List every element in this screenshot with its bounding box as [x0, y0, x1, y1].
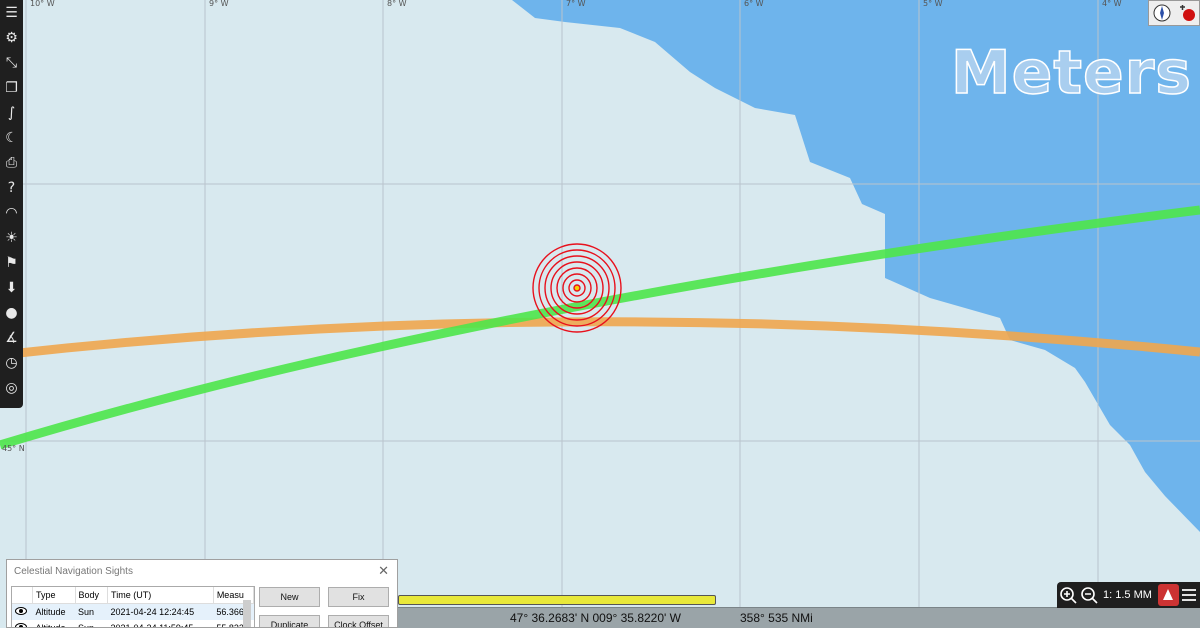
depth-units-label: Meters: [950, 37, 1192, 109]
column-header[interactable]: Type: [32, 587, 76, 604]
sextant-icon[interactable]: ∡: [1, 327, 22, 348]
clock-offset-button[interactable]: Clock Offset: [328, 615, 389, 627]
table-row[interactable]: Altitude Sun 2021-04-24 12:24:45 56.366: [12, 603, 254, 620]
eye-icon[interactable]: [15, 607, 27, 615]
lat-label: 45° N: [2, 444, 25, 453]
sight-type: Altitude: [32, 603, 76, 620]
vessel-button[interactable]: [1157, 584, 1179, 606]
dashboard-icon[interactable]: ◠: [1, 202, 22, 223]
lifebuoy-icon[interactable]: ◎: [1, 377, 22, 398]
zoom-in-icon: [1059, 587, 1077, 604]
celestial-navigation-dialog: Celestial Navigation Sights ✕ Type Body …: [6, 559, 398, 628]
moon-icon[interactable]: ☾: [1, 127, 22, 148]
lon-label: 10° W: [30, 0, 55, 8]
column-header[interactable]: [12, 587, 33, 604]
help-icon[interactable]: ?: [1, 177, 22, 198]
status-bar: 47° 36.2683' N 009° 35.8220' W 358° 535 …: [398, 607, 1200, 628]
bearing-distance: 358° 535 NMi: [740, 611, 813, 625]
settings-icon[interactable]: ⚙: [1, 27, 22, 48]
zoom-out-icon: [1080, 587, 1098, 604]
globe-icon[interactable]: ●: [1, 302, 22, 323]
north-up-icon[interactable]: [1153, 4, 1171, 22]
route-manager-icon[interactable]: ❐: [1, 77, 22, 98]
hamburger-button[interactable]: [1179, 584, 1200, 606]
duplicate-button[interactable]: Duplicate: [259, 615, 320, 627]
weather-icon[interactable]: ☀: [1, 227, 22, 248]
lon-label: 8° W: [387, 0, 407, 8]
column-header[interactable]: Time (UT): [107, 587, 214, 604]
hamburger-icon: [1182, 589, 1197, 601]
column-header[interactable]: Body: [75, 587, 109, 604]
sight-body: Sun: [75, 603, 108, 620]
download-icon[interactable]: ⬇: [1, 277, 22, 298]
lon-label: 6° W: [744, 0, 764, 8]
race-flag-icon[interactable]: ⚑: [1, 252, 22, 273]
new-sight-button[interactable]: New: [259, 587, 320, 607]
vessel-icon: [1163, 589, 1174, 600]
scale-readout: 1: 1.5 MM: [1103, 589, 1152, 601]
zoom-controls: 1: 1.5 MM: [1057, 582, 1200, 608]
clock-icon[interactable]: ◷: [1, 352, 22, 373]
lon-label: 9° W: [209, 0, 229, 8]
sights-table: Type Body Time (UT) Measu Altitude Sun 2…: [11, 586, 255, 628]
print-icon[interactable]: ⎙: [1, 152, 22, 173]
cursor-position: 47° 36.2683' N 009° 35.8220' W: [510, 611, 681, 625]
sight-body: Sun: [78, 623, 95, 628]
progress-bar: [398, 595, 716, 605]
sight-time: 2021-04-24 12:24:45: [107, 603, 214, 620]
zoom-in-button[interactable]: [1057, 584, 1078, 606]
gps-status-icon[interactable]: [1178, 4, 1196, 22]
dialog-title: Celestial Navigation Sights: [14, 566, 133, 577]
sight-time: 2021-04-24 11:59:45: [110, 623, 194, 628]
menu-icon[interactable]: ☰: [1, 2, 22, 23]
compass-widget[interactable]: [1148, 0, 1200, 26]
fix-button[interactable]: Fix: [328, 587, 389, 607]
close-icon[interactable]: ✕: [378, 563, 389, 579]
main-toolbar: ☰ ⚙ ⤡ ❐ ∫ ☾ ⎙? ◠ ☀ ⚑ ⬇ ● ∡ ◷ ◎: [0, 0, 23, 408]
lon-label: 4° W: [1102, 0, 1122, 8]
table-row[interactable]: Altitude Sun 2021-04-24 11:59:45 55.822: [12, 620, 254, 628]
table-scrollbar[interactable]: [243, 600, 251, 627]
route-icon[interactable]: ⤡: [1, 52, 22, 73]
sight-type: Altitude: [35, 623, 66, 628]
track-icon[interactable]: ∫: [1, 102, 22, 123]
lon-label: 5° W: [923, 0, 943, 8]
eye-icon[interactable]: [15, 623, 27, 628]
lon-label: 7° W: [566, 0, 586, 8]
zoom-out-button[interactable]: [1078, 584, 1099, 606]
